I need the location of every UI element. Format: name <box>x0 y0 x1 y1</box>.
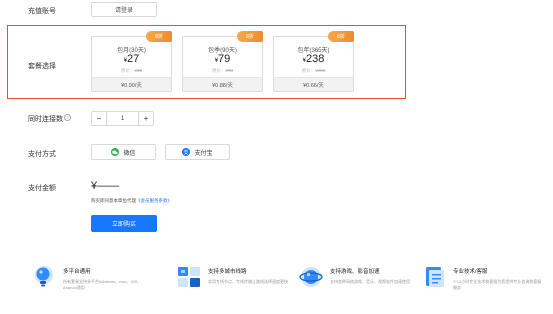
feature-desc: 所有套餐支持多平台Windows、mac、iOS、Android通用 <box>63 279 142 290</box>
login-button[interactable]: 请登录 <box>91 2 157 17</box>
plan-card-yearly[interactable]: 8折 包年(365天) ¥238 原价：¥298 ¥0.66/天 <box>273 31 354 92</box>
amount-value: ¥—— <box>91 180 120 192</box>
plan-label: 套餐选择 <box>28 63 56 70</box>
lightbulb-icon <box>32 265 56 289</box>
feature-title: 多平台通用 <box>63 269 91 275</box>
feature-title: 支持多城市线路 <box>208 269 247 275</box>
alipay-icon: 支 <box>182 148 191 156</box>
plan-price: ¥79 <box>183 53 262 65</box>
feature-desc: 7*12小时专业技术和客服为您提供专业咨询和客服服务 <box>453 279 542 290</box>
feature-title: 专业技术/客服 <box>453 269 488 275</box>
discount-badge: 8折 <box>237 31 263 42</box>
help-icon[interactable]: ? <box>64 114 71 121</box>
price-value: 79 <box>218 53 231 65</box>
original-price-value: ¥298 <box>315 68 326 73</box>
connections-stepper: − 1 + <box>91 111 154 126</box>
feature-multiplatform: 多平台通用 所有套餐支持多平台Windows、mac、iOS、Android通用 <box>32 265 154 305</box>
svg-text:支: 支 <box>184 149 189 155</box>
price-value: 238 <box>305 53 325 65</box>
alipay-button[interactable]: 支 支付宝 <box>165 144 230 160</box>
plan-price: ¥27 <box>92 53 171 65</box>
feature-desc: 实用专线节点，专线传输让路线选择速度更快 <box>208 279 288 284</box>
wechat-label: 微信 <box>123 150 136 157</box>
city-grid-icon <box>177 265 201 289</box>
daily-price: ¥0.90/天 <box>92 77 171 91</box>
discount-badge: 8折 <box>328 31 354 42</box>
plan-price: ¥238 <box>274 53 353 65</box>
amount-label: 支付金额 <box>28 185 56 192</box>
buy-now-button[interactable]: 立即购买 <box>91 215 157 232</box>
payment-label: 支付方式 <box>28 151 56 158</box>
alipay-label: 支付宝 <box>194 150 213 157</box>
terms-notice: 购买即同意本章鱼代理《会员服务条款》 <box>91 198 172 204</box>
plan-card-monthly[interactable]: 8折 包月(30天) ¥27 原价：¥30 ¥0.90/天 <box>91 31 172 92</box>
document-icon <box>422 265 446 289</box>
decrement-button[interactable]: − <box>92 112 106 125</box>
daily-price: ¥0.66/天 <box>274 77 353 91</box>
globe-icon <box>299 265 323 289</box>
feature-title: 支持游戏、影音加速 <box>330 269 380 275</box>
daily-price: ¥0.88/天 <box>183 77 262 91</box>
connections-value[interactable]: 1 <box>106 112 139 125</box>
discount-badge: 8折 <box>146 31 172 42</box>
account-label: 充值账号 <box>28 8 56 15</box>
terms-prefix: 购买即同意本章鱼代理 <box>91 198 136 203</box>
wechat-pay-button[interactable]: 微信 <box>91 144 156 160</box>
original-price-value: ¥88 <box>225 68 233 73</box>
original-price-prefix: 原价： <box>120 68 135 73</box>
feature-multicity: 支持多城市线路 实用专线节点，专线传输让路线选择速度更快 <box>177 265 299 305</box>
feature-game-media: 支持游戏、影音加速 支持各种网络游戏、音乐、视频软件加速使用 <box>299 265 421 305</box>
feature-support: 专业技术/客服 7*12小时专业技术和客服为您提供专业咨询和客服服务 <box>422 265 544 305</box>
original-price: 原价：¥30 <box>92 68 171 74</box>
original-price-prefix: 原价： <box>301 68 316 73</box>
wechat-icon <box>111 148 120 156</box>
connections-label: 同时连接数 <box>28 116 63 123</box>
plan-card-quarterly[interactable]: 8折 包季(90天) ¥79 原价：¥88 ¥0.88/天 <box>182 31 263 92</box>
original-price: 原价：¥298 <box>274 68 353 74</box>
increment-button[interactable]: + <box>139 112 153 125</box>
terms-link[interactable]: 《会员服务条款》 <box>136 198 172 203</box>
original-price-value: ¥30 <box>134 68 142 73</box>
feature-desc: 支持各种网络游戏、音乐、视频软件加速使用 <box>330 279 410 284</box>
original-price: 原价：¥88 <box>183 68 262 74</box>
original-price-prefix: 原价： <box>211 68 226 73</box>
price-value: 27 <box>127 53 140 65</box>
